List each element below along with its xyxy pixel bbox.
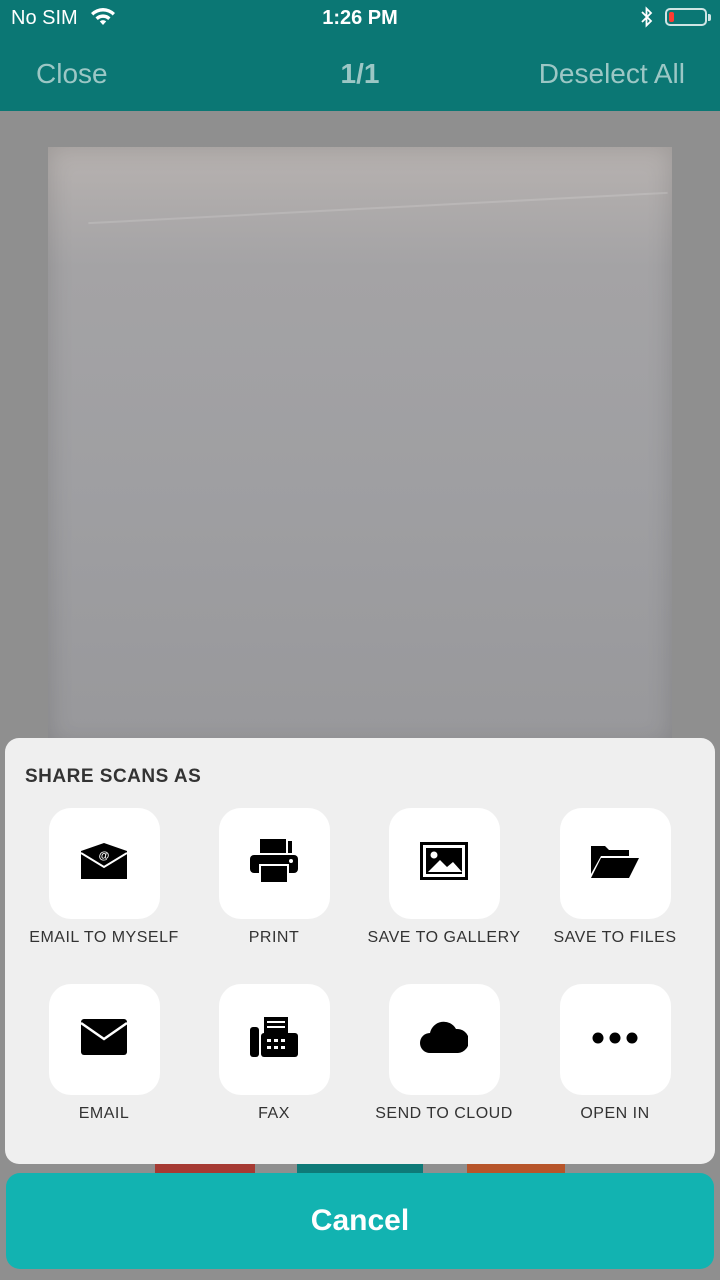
envelope-icon <box>80 1019 128 1060</box>
deselect-all-button[interactable]: Deselect All <box>539 58 685 90</box>
email-to-myself-tile[interactable]: @ <box>48 808 160 919</box>
scan-preview[interactable] <box>48 147 672 747</box>
nav-bar: Close 1/1 Deselect All <box>0 52 720 96</box>
option-label: EMAIL TO MYSELF <box>29 929 179 946</box>
send-to-cloud-tile[interactable] <box>388 984 500 1095</box>
cloud-icon <box>420 1021 470 1058</box>
send-to-cloud-option[interactable]: SEND TO CLOUD <box>359 984 529 1123</box>
printer-icon <box>250 839 298 888</box>
more-dots-icon <box>592 1031 638 1049</box>
fax-option[interactable]: FAX <box>189 984 359 1123</box>
save-to-gallery-tile[interactable] <box>388 808 500 919</box>
svg-text:@: @ <box>99 850 110 862</box>
bluetooth-icon <box>640 6 654 34</box>
clock: 1:26 PM <box>322 7 398 29</box>
option-label: OPEN IN <box>580 1105 650 1122</box>
fax-tile[interactable] <box>218 984 330 1095</box>
option-label: PRINT <box>248 929 300 946</box>
share-sheet: SHARE SCANS AS @ EMAIL TO MYSELF PRINT S… <box>5 738 715 1164</box>
email-tile[interactable] <box>48 984 160 1095</box>
print-tile[interactable] <box>218 808 330 919</box>
share-sheet-title: SHARE SCANS AS <box>25 766 202 787</box>
option-label: SEND TO CLOUD <box>375 1105 513 1122</box>
battery-low-icon <box>665 8 711 26</box>
email-option[interactable]: EMAIL <box>19 984 189 1123</box>
email-to-myself-icon: @ <box>80 843 128 884</box>
option-label: FAX <box>258 1105 290 1122</box>
print-option[interactable]: PRINT <box>189 808 359 947</box>
open-in-option[interactable]: OPEN IN <box>530 984 700 1123</box>
paper-crease <box>88 191 668 225</box>
folder-open-icon <box>591 844 639 883</box>
email-to-myself-option[interactable]: @ EMAIL TO MYSELF <box>19 808 189 947</box>
option-label: SAVE TO FILES <box>553 929 677 946</box>
open-in-tile[interactable] <box>559 984 671 1095</box>
status-bar: No SIM 1:26 PM <box>0 0 720 36</box>
fax-icon <box>250 1017 298 1062</box>
save-to-files-tile[interactable] <box>559 808 671 919</box>
option-label: EMAIL <box>78 1105 130 1122</box>
cancel-button[interactable]: Cancel <box>6 1173 714 1269</box>
save-to-gallery-option[interactable]: SAVE TO GALLERY <box>359 808 529 947</box>
option-label: SAVE TO GALLERY <box>367 929 521 946</box>
gallery-icon <box>420 842 468 885</box>
save-to-files-option[interactable]: SAVE TO FILES <box>530 808 700 947</box>
top-bar: No SIM 1:26 PM Close 1/1 Deselect All <box>0 0 720 111</box>
